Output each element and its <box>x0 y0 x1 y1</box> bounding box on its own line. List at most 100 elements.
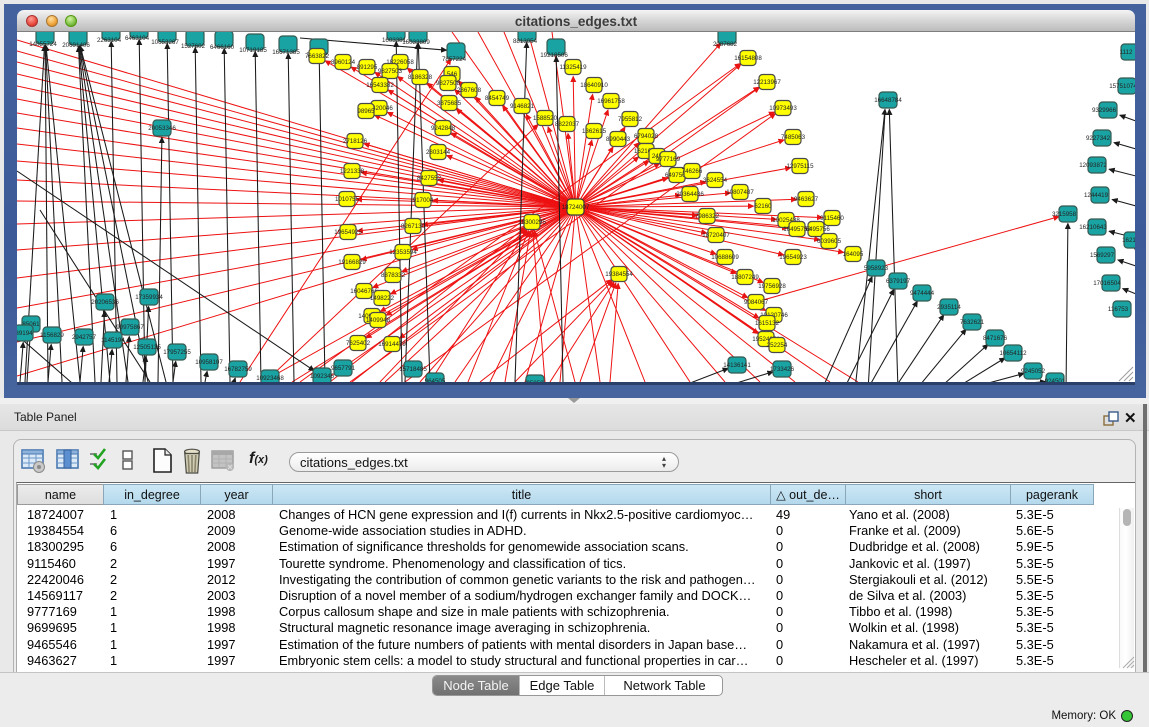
svg-text:12213967: 12213967 <box>753 79 781 86</box>
svg-text:2803144: 2803144 <box>426 149 451 156</box>
svg-text:12975115: 12975115 <box>786 163 814 170</box>
svg-text:2718126: 2718126 <box>343 138 368 145</box>
svg-text:12353594: 12353594 <box>389 249 417 256</box>
svg-text:8822037: 8822037 <box>555 121 580 128</box>
svg-text:1156829: 1156829 <box>40 332 64 339</box>
svg-text:90975867: 90975867 <box>116 324 144 331</box>
svg-text:2942757: 2942757 <box>72 334 97 341</box>
svg-text:10719185: 10719185 <box>239 47 267 54</box>
svg-text:15718485: 15718485 <box>399 366 427 373</box>
svg-text:19384554: 19384554 <box>605 271 633 278</box>
svg-text:7663822: 7663822 <box>305 53 330 60</box>
svg-text:20053346: 20053346 <box>148 125 176 132</box>
svg-text:14136141: 14136141 <box>723 362 751 369</box>
svg-text:18807249: 18807249 <box>731 274 759 281</box>
svg-text:18640910: 18640910 <box>580 82 608 89</box>
svg-text:6379197: 6379197 <box>886 278 911 285</box>
svg-text:18720407: 18720407 <box>702 232 730 239</box>
svg-text:1733426: 1733426 <box>770 366 795 373</box>
svg-text:1221338: 1221338 <box>340 168 365 175</box>
svg-text:18724007: 18724007 <box>562 204 590 211</box>
svg-text:16210643: 16210643 <box>1079 224 1107 231</box>
svg-text:19756928: 19756928 <box>758 283 786 290</box>
svg-text:9084067: 9084067 <box>744 299 769 306</box>
svg-text:252254: 252254 <box>767 342 788 349</box>
svg-text:746266: 746266 <box>682 168 703 175</box>
svg-text:1569297: 1569297 <box>1090 252 1115 259</box>
svg-text:6039605: 6039605 <box>817 238 842 245</box>
svg-text:1498222: 1498222 <box>370 295 395 302</box>
svg-text:3875685: 3875685 <box>437 100 462 107</box>
svg-text:8878332: 8878332 <box>381 272 406 279</box>
svg-text:7955812: 7955812 <box>618 116 643 123</box>
svg-text:19166829: 19166829 <box>338 259 366 266</box>
svg-text:1092346: 1092346 <box>310 373 335 380</box>
svg-text:1409948: 1409948 <box>366 317 391 324</box>
svg-text:10653267: 10653267 <box>151 39 179 46</box>
svg-text:8454749: 8454749 <box>485 95 510 102</box>
svg-text:16782759: 16782759 <box>224 366 252 373</box>
svg-text:19218506: 19218506 <box>540 52 568 59</box>
svg-text:8990443: 8990443 <box>606 136 631 143</box>
svg-text:16961758: 16961758 <box>597 98 625 105</box>
svg-text:10688609: 10688609 <box>711 254 739 261</box>
svg-text:8186328: 8186328 <box>408 74 433 81</box>
svg-text:1527602: 1527602 <box>181 43 206 50</box>
svg-text:9777169: 9777169 <box>656 156 681 163</box>
svg-text:1362615: 1362615 <box>582 128 607 135</box>
svg-text:16914479: 16914479 <box>378 341 406 348</box>
svg-text:9827503: 9827503 <box>378 68 403 75</box>
svg-text:19654925: 19654925 <box>334 229 362 236</box>
svg-text:7857224: 7857224 <box>442 56 467 63</box>
svg-text:10654112: 10654112 <box>999 350 1027 357</box>
svg-text:8267130: 8267130 <box>401 223 426 230</box>
svg-text:1010755: 1010755 <box>335 196 360 203</box>
svg-text:7632621: 7632621 <box>960 319 985 326</box>
svg-text:39194: 39194 <box>17 330 33 337</box>
svg-text:15751074: 15751074 <box>1109 83 1135 90</box>
svg-text:17359934: 17359934 <box>135 294 163 301</box>
svg-text:891295: 891295 <box>357 64 378 71</box>
svg-text:10958107: 10958107 <box>195 359 223 366</box>
svg-text:20364436: 20364436 <box>676 191 704 198</box>
svg-text:6794028: 6794028 <box>634 133 659 140</box>
svg-text:2867608: 2867608 <box>457 87 482 94</box>
svg-text:9245052: 9245052 <box>1021 368 1046 375</box>
svg-text:1244419: 1244419 <box>1084 192 1109 199</box>
svg-text:1621: 1621 <box>1122 237 1135 244</box>
svg-text:7986322: 7986322 <box>695 213 720 220</box>
svg-text:917004: 917004 <box>413 197 434 204</box>
svg-text:98965: 98965 <box>357 108 375 115</box>
svg-text:8960124: 8960124 <box>331 59 356 66</box>
svg-text:2263104: 2263104 <box>97 37 122 44</box>
svg-text:17957255: 17957255 <box>163 349 191 356</box>
svg-text:1112: 1112 <box>1120 49 1133 56</box>
svg-text:16543382: 16543382 <box>366 82 394 89</box>
svg-text:8813054: 8813054 <box>513 38 538 45</box>
svg-text:20691406: 20691406 <box>62 42 90 49</box>
svg-text:3624554: 3624554 <box>703 177 728 184</box>
svg-text:116753: 116753 <box>1108 306 1129 313</box>
svg-text:3215958: 3215958 <box>1052 211 1077 218</box>
svg-text:11325419: 11325419 <box>559 64 587 71</box>
svg-text:1615132: 1615132 <box>755 320 780 327</box>
svg-text:7485063: 7485063 <box>781 134 806 141</box>
svg-text:16648784: 16648784 <box>874 97 902 104</box>
svg-text:9227342: 9227342 <box>1086 135 1111 142</box>
svg-text:7625402: 7625402 <box>346 340 371 347</box>
svg-text:6466160: 6466160 <box>210 44 235 51</box>
svg-text:1145194: 1145194 <box>101 337 125 344</box>
svg-text:16495758: 16495758 <box>783 226 811 233</box>
svg-text:9115460: 9115460 <box>820 215 844 222</box>
svg-text:9329966: 9329966 <box>1092 107 1117 114</box>
svg-text:2087682: 2087682 <box>713 41 738 48</box>
svg-text:16033809: 16033809 <box>402 39 430 46</box>
svg-text:10923468: 10923468 <box>256 375 284 382</box>
svg-text:17016504: 17016504 <box>1093 280 1121 287</box>
svg-text:9242848: 9242848 <box>431 125 456 132</box>
svg-text:5958923: 5958923 <box>864 265 889 272</box>
svg-text:8427552: 8427552 <box>417 175 442 182</box>
svg-text:9146821: 9146821 <box>510 103 535 110</box>
svg-text:1588520: 1588520 <box>533 115 558 122</box>
svg-text:18300295: 18300295 <box>518 219 546 226</box>
